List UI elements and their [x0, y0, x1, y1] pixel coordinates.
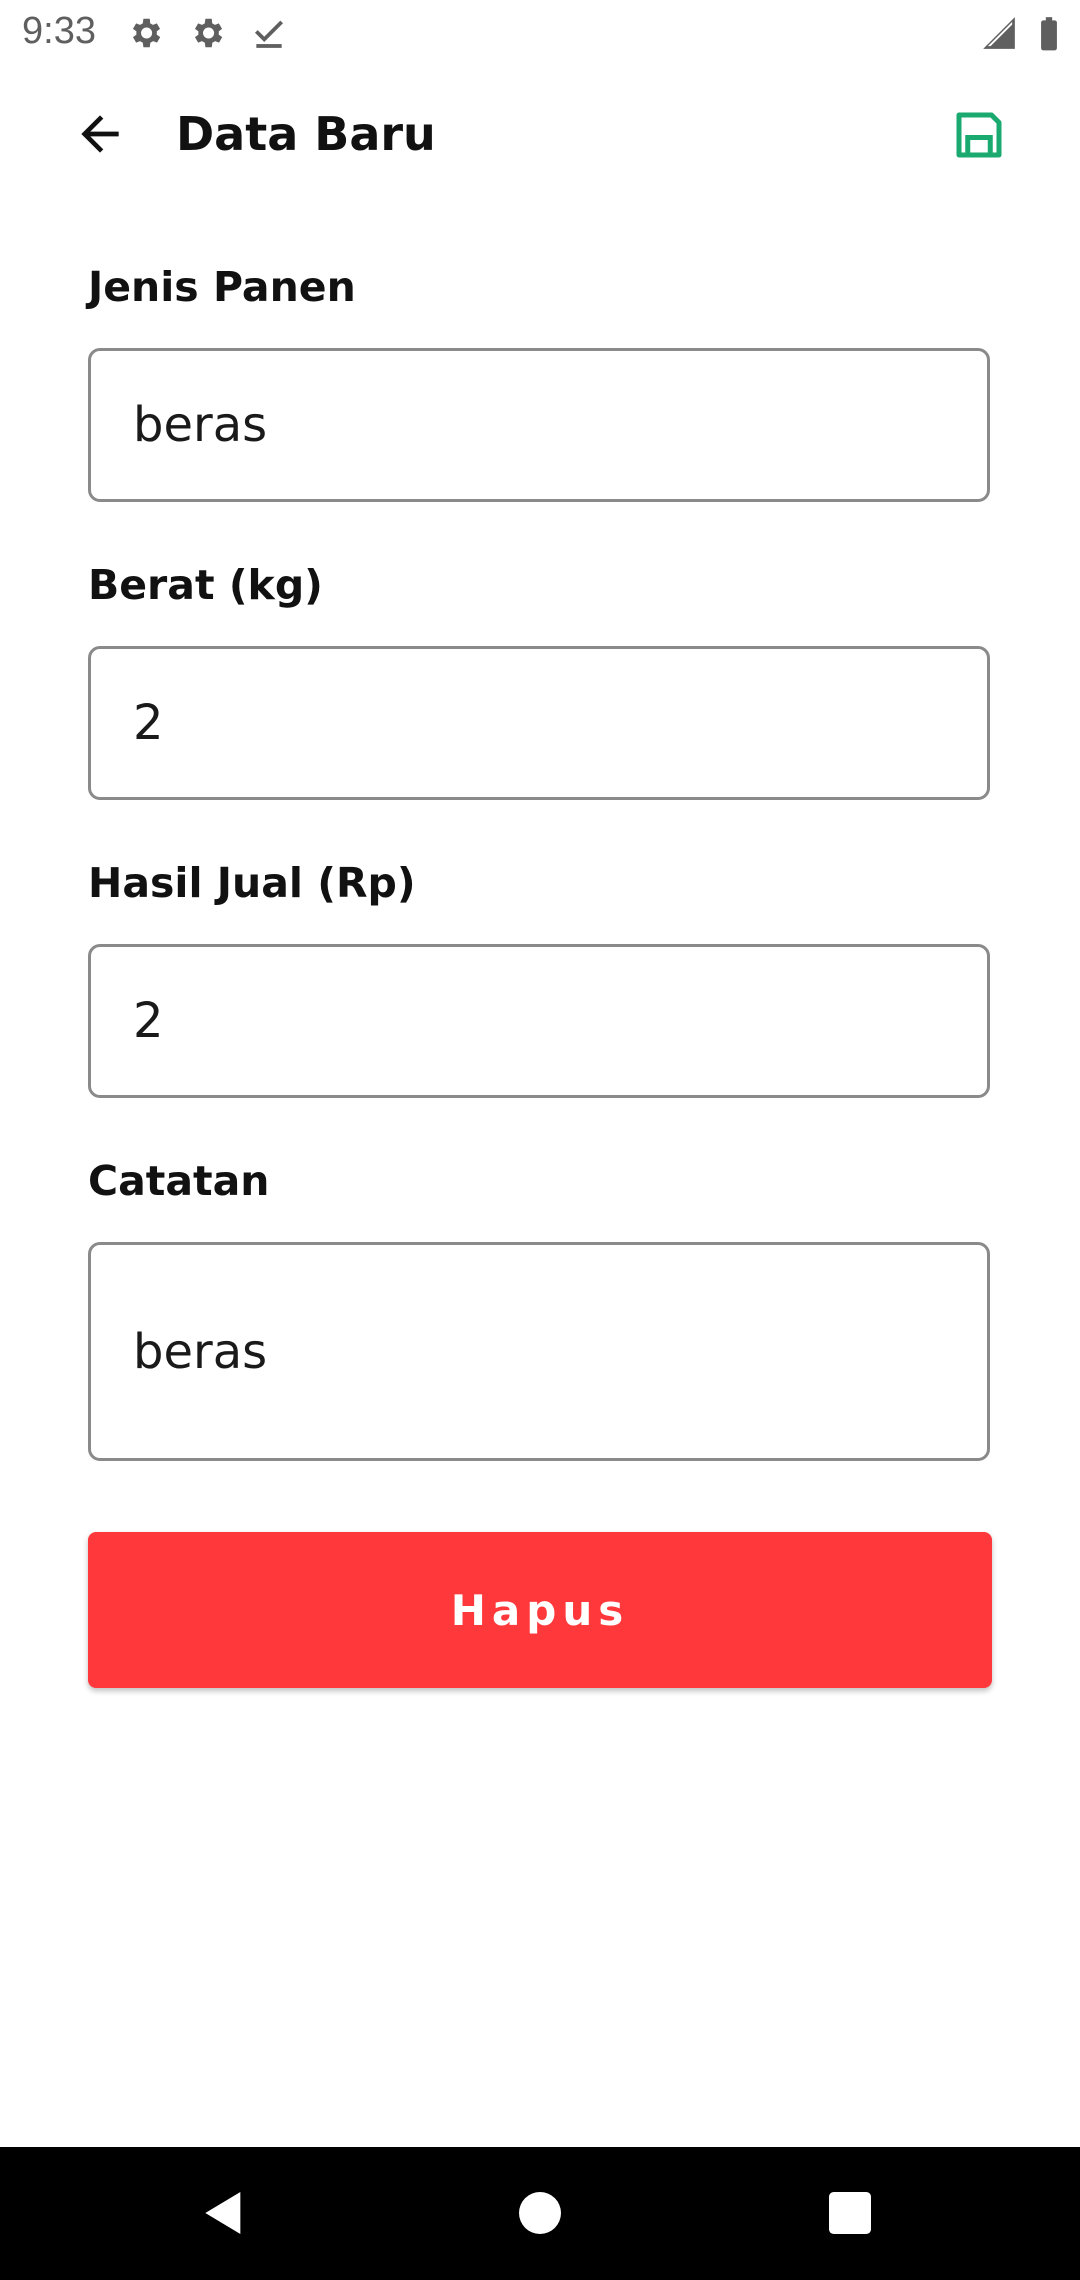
- hasil-jual-input[interactable]: [133, 947, 943, 1095]
- jenis-panen-input[interactable]: [133, 351, 943, 499]
- home-circle-icon: [512, 2185, 568, 2245]
- catatan-field[interactable]: [88, 1242, 990, 1461]
- catatan-label: Catatan: [88, 1157, 270, 1205]
- delete-button[interactable]: Hapus: [88, 1532, 992, 1688]
- signal-icon: [980, 14, 1018, 52]
- nav-home-button[interactable]: [500, 2175, 580, 2255]
- berat-label: Berat (kg): [88, 561, 323, 609]
- screen: 9:33 Data Baru Jenis Panen beras Berat (…: [0, 0, 1080, 2280]
- gear-icon: [126, 14, 164, 52]
- berat-field[interactable]: [88, 646, 990, 800]
- nav-back-button[interactable]: [184, 2175, 264, 2255]
- page-title: Data Baru: [176, 107, 436, 161]
- arrow-back-icon: [72, 106, 128, 166]
- gear-icon: [188, 14, 226, 52]
- status-bar: 9:33: [0, 0, 1080, 66]
- save-icon: [949, 105, 1009, 169]
- berat-input[interactable]: [133, 649, 943, 797]
- check-download-icon: [250, 14, 288, 52]
- hasil-jual-field[interactable]: [88, 944, 990, 1098]
- status-time: 9:33: [22, 10, 96, 52]
- recents-square-icon: [822, 2185, 878, 2245]
- hasil-jual-label: Hasil Jual (Rp): [88, 859, 416, 907]
- catatan-input[interactable]: [133, 1245, 943, 1458]
- battery-icon: [1030, 14, 1068, 52]
- save-button[interactable]: [944, 102, 1014, 172]
- nav-recents-button[interactable]: [810, 2175, 890, 2255]
- jenis-panen-field[interactable]: [88, 348, 990, 502]
- back-triangle-icon: [196, 2185, 252, 2245]
- back-button[interactable]: [64, 100, 136, 172]
- app-bar: Data Baru: [0, 66, 1080, 206]
- navigation-bar: [0, 2147, 1080, 2280]
- jenis-panen-label: Jenis Panen: [88, 263, 356, 311]
